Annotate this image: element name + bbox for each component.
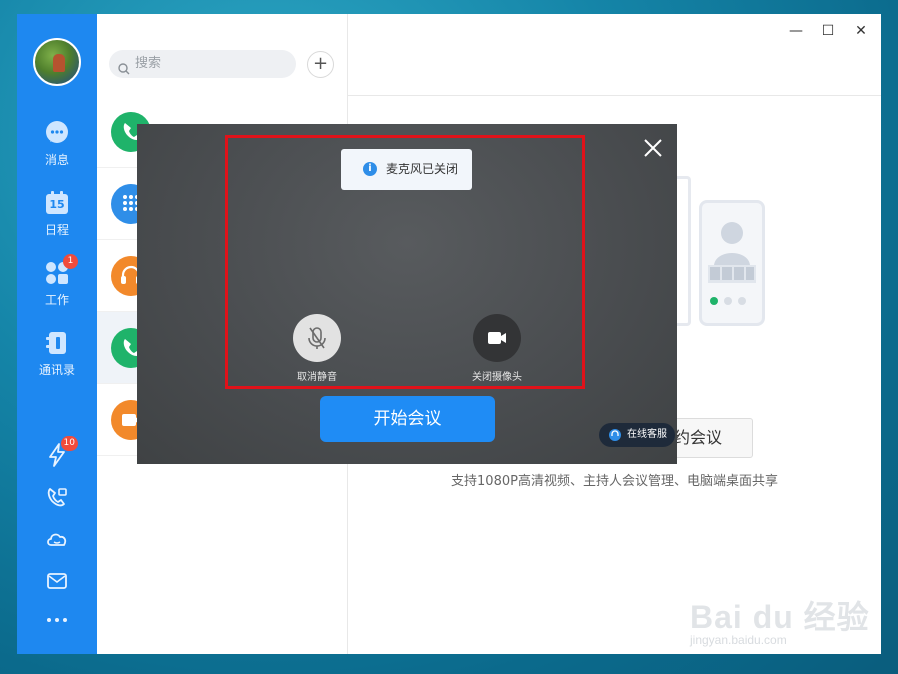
camera-icon: [488, 332, 506, 344]
chat-bubble-icon: [44, 120, 70, 146]
meeting-preview-modal: i 麦克风已关闭 取消静音 关闭摄像头 开始会议: [137, 124, 677, 464]
add-button[interactable]: +: [307, 51, 334, 78]
more-icon: [44, 612, 70, 626]
start-meeting-button[interactable]: 开始会议: [320, 396, 495, 442]
nav-item-contacts[interactable]: 通讯录: [17, 330, 97, 378]
toast-text: 麦克风已关闭: [386, 162, 459, 176]
search-placeholder: 搜索: [135, 56, 162, 71]
mail-icon: [44, 568, 70, 594]
nav-label: 消息: [44, 153, 69, 167]
calendar-date: 15: [49, 198, 65, 211]
nav-item-flash[interactable]: 10: [17, 436, 97, 468]
calendar-icon: 15: [44, 190, 70, 216]
mic-off-icon: [308, 327, 326, 349]
close-window-button[interactable]: ✕: [850, 20, 872, 42]
avatar[interactable]: [33, 38, 81, 86]
watermark-sub: jingyan.baidu.com: [690, 633, 787, 647]
watermark-main: Bai du 经验: [690, 599, 870, 635]
nav-item-mail[interactable]: [17, 568, 97, 594]
flash-icon: 10: [44, 436, 78, 468]
nav-label: 工作: [44, 293, 69, 307]
support-icon: [608, 428, 622, 442]
flash-badge: 10: [60, 436, 78, 451]
nav-item-cloud[interactable]: [17, 526, 97, 552]
work-badge: 1: [63, 254, 78, 269]
unmute-button[interactable]: [293, 314, 341, 362]
phone-illustration: [699, 200, 765, 326]
cloud-icon: [44, 526, 70, 552]
nav-item-messages[interactable]: 消息: [17, 120, 97, 168]
turn-off-camera-button[interactable]: [473, 314, 521, 362]
mic-off-toast: i 麦克风已关闭: [341, 149, 472, 190]
left-nav: 消息 15 日程 1 工作 通讯录 10: [17, 14, 97, 654]
search-input[interactable]: 搜索: [109, 50, 296, 78]
nav-item-calendar[interactable]: 15 日程: [17, 190, 97, 238]
nav-item-more[interactable]: [17, 612, 97, 626]
nav-label: 通讯录: [38, 363, 75, 377]
nav-label: 日程: [44, 223, 69, 237]
feature-description: 支持1080P高清视频、主持人会议管理、电脑端桌面共享: [451, 474, 778, 489]
baidu-jingyan-watermark: Bai du 经验 jingyan.baidu.com: [690, 576, 870, 656]
minimize-button[interactable]: —: [785, 20, 807, 42]
unmute-label: 取消静音: [297, 372, 337, 383]
support-label: 在线客服: [627, 429, 667, 440]
camera-label: 关闭摄像头: [472, 372, 522, 383]
info-icon: i: [363, 162, 377, 176]
online-support-button[interactable]: 在线客服: [599, 423, 675, 447]
close-icon[interactable]: [642, 137, 664, 159]
nav-item-video-call[interactable]: [17, 484, 97, 510]
apps-icon: 1: [44, 254, 78, 286]
maximize-button[interactable]: ☐: [817, 20, 839, 42]
search-icon: [118, 58, 130, 75]
nav-item-work[interactable]: 1 工作: [17, 254, 97, 308]
contacts-icon: [44, 330, 70, 356]
video-call-icon: [44, 484, 70, 510]
header-divider: [348, 95, 881, 96]
